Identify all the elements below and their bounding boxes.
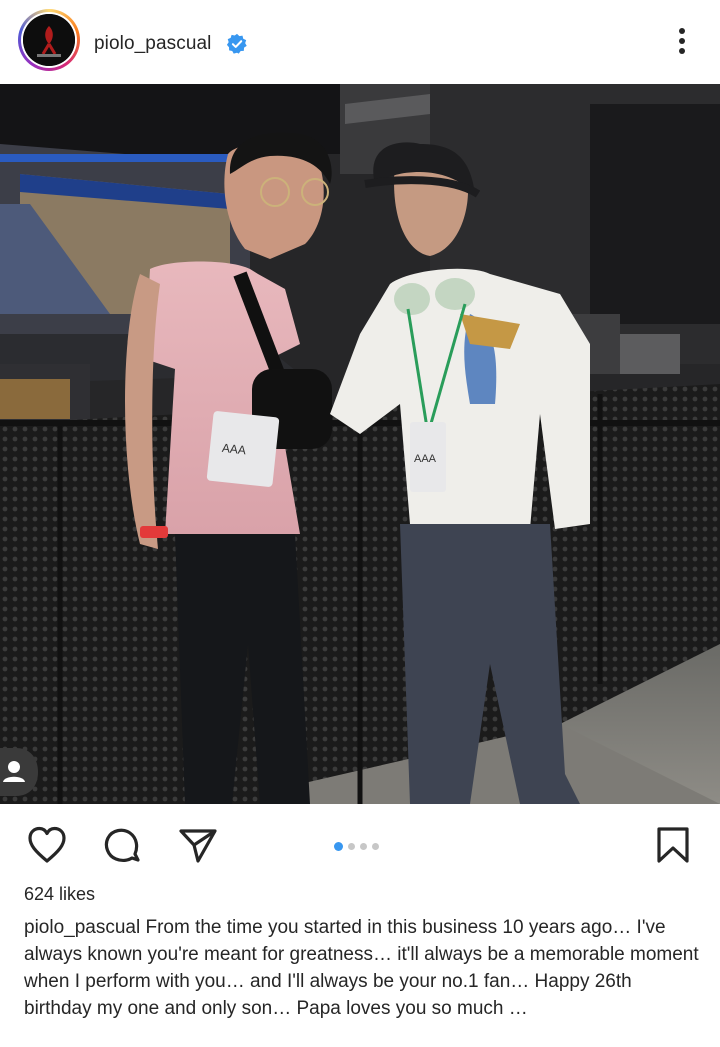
paper-plane-icon[interactable]	[178, 826, 218, 864]
verified-badge-icon	[226, 33, 247, 54]
caption-username[interactable]: piolo_pascual	[24, 917, 140, 938]
badge-label-1: AAA	[221, 441, 246, 457]
carousel-dot-3[interactable]	[360, 843, 367, 850]
heart-icon[interactable]	[27, 826, 67, 864]
post-header: piolo_pascual	[0, 0, 720, 84]
badge-label-2: AAA	[414, 453, 437, 465]
profile-avatar[interactable]	[18, 9, 80, 71]
comment-icon[interactable]	[102, 826, 142, 866]
username-link[interactable]: piolo_pascual	[94, 33, 212, 55]
carousel-indicator	[334, 842, 379, 851]
post-photo[interactable]: AAA AAA	[0, 84, 720, 804]
post-caption: piolo_pascual From the time you started …	[24, 914, 704, 1022]
avatar-image	[23, 14, 75, 66]
bookmark-icon[interactable]	[656, 826, 690, 864]
carousel-dot-4[interactable]	[372, 843, 379, 850]
more-options-icon[interactable]	[670, 24, 694, 58]
carousel-dot-2[interactable]	[348, 843, 355, 850]
user-tag-icon[interactable]	[0, 748, 40, 796]
likes-count[interactable]: 624 likes	[24, 884, 95, 905]
carousel-dot-1[interactable]	[334, 842, 343, 851]
action-bar	[0, 804, 720, 884]
